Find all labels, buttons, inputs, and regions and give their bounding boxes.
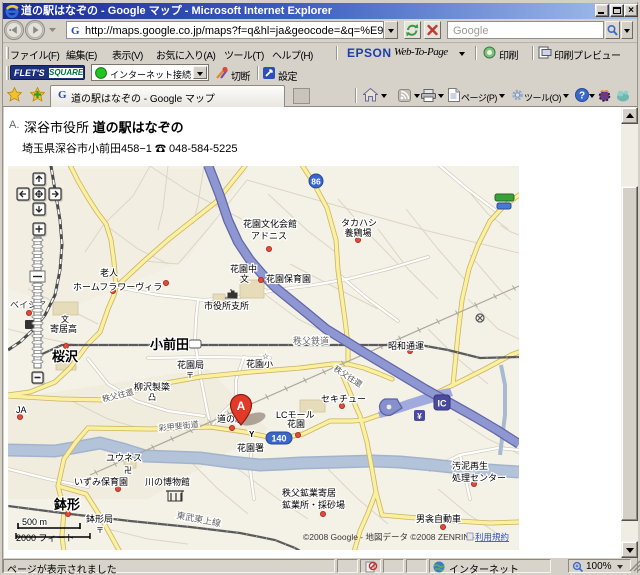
svg-text:アドニス: アドニス bbox=[251, 231, 287, 241]
svg-text:ユウネス: ユウネス bbox=[106, 453, 142, 463]
svg-text:花園局: 花園局 bbox=[177, 359, 204, 370]
svg-text:セキチュー: セキチュー bbox=[321, 394, 366, 404]
svg-text:140: 140 bbox=[271, 434, 286, 444]
svg-text:500 m: 500 m bbox=[22, 517, 47, 527]
svg-text:花園文化会館: 花園文化会館 bbox=[243, 218, 297, 229]
svg-text:処理センター: 処理センター bbox=[452, 472, 506, 483]
svg-text:IC: IC bbox=[438, 399, 448, 409]
svg-text:鉢形局: 鉢形局 bbox=[86, 513, 113, 524]
svg-text:鉢形: 鉢形 bbox=[54, 497, 80, 512]
svg-text:利用規約: 利用規約 bbox=[475, 532, 509, 542]
svg-text:ホームフラワーヴィラ: ホームフラワーヴィラ bbox=[73, 281, 162, 292]
svg-text:2000 フィート: 2000 フィート bbox=[16, 533, 74, 543]
svg-text:Y: Y bbox=[249, 430, 255, 439]
svg-text:昭和通運: 昭和通運 bbox=[388, 341, 424, 351]
svg-text:文: 文 bbox=[240, 273, 249, 284]
svg-text:鉱業所・採砂場: 鉱業所・採砂場 bbox=[282, 499, 345, 510]
svg-text:?: ? bbox=[579, 91, 585, 102]
svg-text:花園中: 花園中 bbox=[230, 263, 257, 274]
svg-text:©2008 Google - 地図データ ©2008 ZEN: ©2008 Google - 地図データ ©2008 ZENRIN - bbox=[303, 532, 475, 542]
svg-text:汚泥再生: 汚泥再生 bbox=[452, 460, 488, 471]
svg-text:〒: 〒 bbox=[186, 371, 194, 380]
svg-text:86: 86 bbox=[311, 177, 321, 187]
svg-text:柳沢製簗: 柳沢製簗 bbox=[134, 381, 170, 392]
svg-text:男衾自動車: 男衾自動車 bbox=[416, 513, 461, 524]
svg-text:〒: 〒 bbox=[96, 526, 104, 535]
svg-text:市役所支所: 市役所支所 bbox=[204, 300, 249, 311]
svg-text:桜沢: 桜沢 bbox=[52, 349, 79, 364]
svg-text:秩父鉱業寄居: 秩父鉱業寄居 bbox=[282, 487, 336, 498]
svg-text:いずみ保育園: いずみ保育園 bbox=[74, 476, 128, 487]
svg-text:卍: 卍 bbox=[124, 466, 132, 475]
svg-text:花園: 花園 bbox=[287, 418, 305, 429]
svg-text:凸: 凸 bbox=[148, 393, 156, 402]
svg-text:タカハシ: タカハシ bbox=[341, 218, 377, 228]
svg-text:小前田: 小前田 bbox=[150, 337, 189, 352]
svg-text:花園署: 花園署 bbox=[237, 442, 264, 453]
svg-text:花園保育園: 花園保育園 bbox=[266, 273, 311, 284]
svg-text:川の博物館: 川の博物館 bbox=[145, 476, 190, 487]
svg-text:秩父鉄道: 秩父鉄道 bbox=[293, 335, 329, 346]
svg-text:老人: 老人 bbox=[100, 267, 118, 278]
svg-text:文: 文 bbox=[61, 314, 69, 324]
svg-text:寄居高: 寄居高 bbox=[50, 323, 77, 334]
svg-text:養鶏場: 養鶏場 bbox=[344, 227, 371, 238]
svg-text:¥: ¥ bbox=[417, 411, 422, 421]
svg-text:A: A bbox=[237, 399, 246, 413]
svg-text:☆: ☆ bbox=[262, 352, 269, 361]
svg-text:JA: JA bbox=[16, 405, 27, 415]
